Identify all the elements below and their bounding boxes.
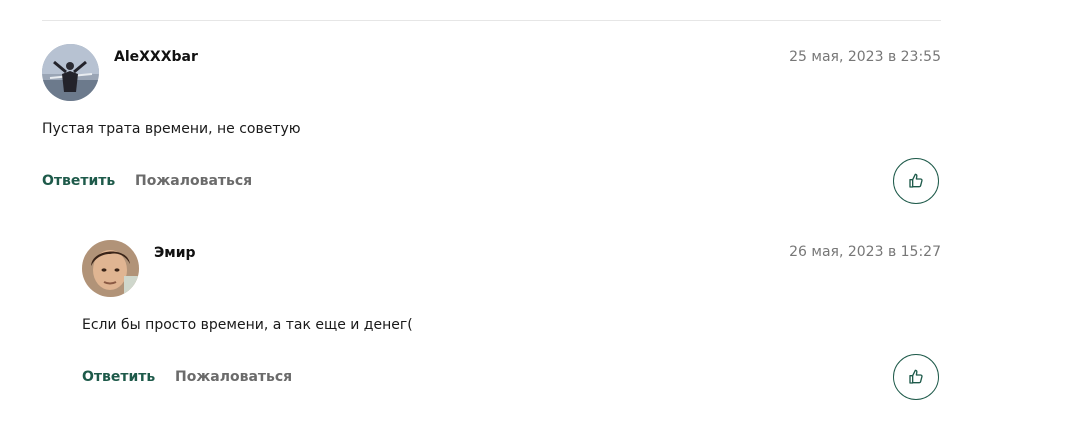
reply-button[interactable]: Ответить <box>42 173 115 189</box>
avatar[interactable] <box>42 44 99 101</box>
like-button[interactable] <box>893 158 939 204</box>
like-button[interactable] <box>893 354 939 400</box>
report-button[interactable]: Пожаловаться <box>135 173 252 189</box>
thumbs-up-icon <box>909 369 923 384</box>
author-name[interactable]: Эмир <box>154 245 196 261</box>
avatar[interactable] <box>82 240 139 297</box>
report-button[interactable]: Пожаловаться <box>175 369 292 385</box>
avatar-image <box>82 240 139 297</box>
author-name[interactable]: AleXXXbar <box>114 49 198 65</box>
reply-button[interactable]: Ответить <box>82 369 155 385</box>
comment-text: Если бы просто времени, а так еще и дене… <box>82 317 413 333</box>
thumbs-up-icon <box>909 173 923 188</box>
top-divider <box>42 20 941 21</box>
comment-text: Пустая трата времени, не советую <box>42 121 301 137</box>
avatar-image <box>42 44 99 101</box>
comment-date: 26 мая, 2023 в 15:27 <box>789 244 941 260</box>
comment-date: 25 мая, 2023 в 23:55 <box>789 49 941 65</box>
